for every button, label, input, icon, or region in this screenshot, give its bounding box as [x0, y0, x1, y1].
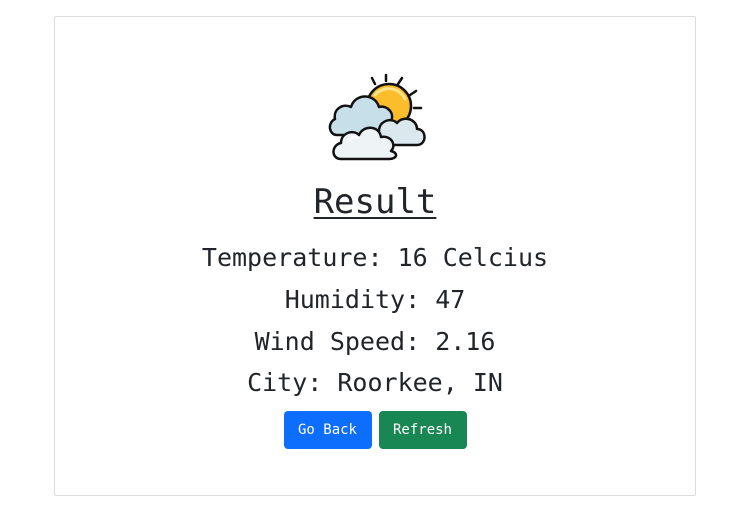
action-buttons: Go Back Refresh — [55, 411, 695, 449]
temperature-text: Temperature: 16 Celcius — [201, 243, 549, 272]
wind-speed-text: Wind Speed: 2.16 — [254, 327, 496, 356]
page-title: Result — [313, 182, 437, 222]
humidity-text: Humidity: 47 — [284, 285, 466, 314]
city-text: City: Roorkee, IN — [247, 368, 503, 397]
weather-result-card: Result Temperature: 16 Celcius Humidity:… — [54, 16, 696, 496]
refresh-button[interactable]: Refresh — [378, 411, 467, 449]
partly-cloudy-icon — [328, 73, 426, 161]
go-back-button[interactable]: Go Back — [283, 411, 372, 449]
